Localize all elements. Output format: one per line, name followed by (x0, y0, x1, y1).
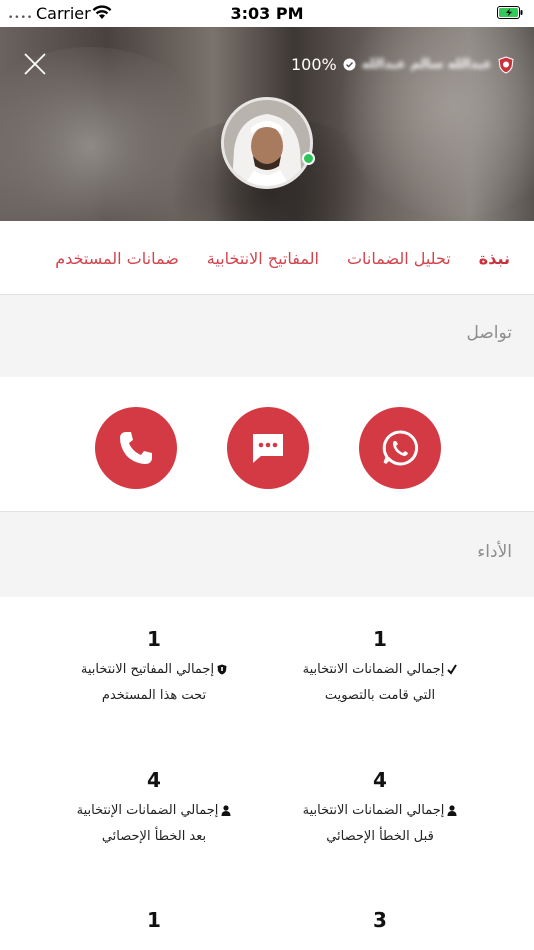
user-icon (447, 805, 457, 816)
avatar-photo (224, 100, 310, 186)
tab-bar: نبذة تحليل الضمانات المفاتيح الانتخابية … (0, 221, 534, 295)
stat-label-line1: إجمالي الضمانات الإنتخابية (76, 803, 219, 818)
shield-icon (217, 664, 227, 675)
status-bar: •••• Carrier 3:03 PM (0, 0, 534, 27)
stat-before-error: 4 إجمالي الضمانات الانتخابية قبل الخطأ ا… (265, 768, 495, 850)
stat-after-error: 4 إجمالي الضمانات الإنتخابية بعد الخطأ ا… (39, 768, 269, 850)
tab-election-keys[interactable]: المفاتيح الانتخابية (207, 249, 319, 268)
stat-label-line1: إجمالي الضمانات الانتخابية (302, 803, 445, 818)
contact-title: تواصل (466, 323, 512, 343)
stat-label: إجمالي الضمانات الانتخابية التي قامت بال… (265, 657, 495, 709)
stat-label: إجمالي الضمانات الإنتخابية بعد الخطأ الإ… (39, 798, 269, 850)
stat-value: 4 (147, 768, 161, 792)
stat-label-line1: إجمالي الضمانات الانتخابية (302, 662, 445, 677)
stat-label-line2: تحت هذا المستخدم (101, 688, 207, 703)
stat-label-line2: قبل الخطأ الإحصائي (326, 829, 434, 844)
phone-button[interactable] (95, 407, 177, 489)
stat-item: 1 (39, 908, 269, 932)
close-icon[interactable] (23, 52, 47, 76)
check-icon (447, 664, 458, 675)
online-indicator (302, 152, 315, 165)
stat-item: 3 (265, 908, 495, 932)
battery-icon (497, 6, 523, 19)
stat-value: 1 (147, 627, 161, 651)
percent-label: 100% (291, 55, 337, 74)
name-row: 100% عبدالله سالم عبدالله (291, 55, 514, 74)
stat-label-line2: بعد الخطأ الإحصائي (101, 829, 207, 844)
stat-label: إجمالي الضمانات الانتخابية قبل الخطأ الإ… (265, 798, 495, 850)
user-icon (221, 805, 231, 816)
stats-grid: 1 إجمالي الضمانات الانتخابية التي قامت ب… (0, 597, 534, 950)
profile-header: 100% عبدالله سالم عبدالله (0, 27, 534, 221)
message-button[interactable] (227, 407, 309, 489)
whatsapp-icon (382, 430, 419, 466)
phone-icon (120, 432, 152, 464)
clock: 3:03 PM (230, 4, 304, 23)
stat-value: 3 (373, 908, 387, 932)
contact-section-header: تواصل (0, 294, 534, 378)
message-icon (253, 434, 283, 463)
user-name: عبدالله سالم عبدالله (361, 57, 492, 72)
verified-icon (343, 58, 356, 71)
stat-label: إجمالي المفاتيح الانتخابية تحت هذا المست… (39, 657, 269, 709)
stat-label-line2: التي قامت بالتصويت (324, 688, 436, 703)
shield-badge-icon (498, 55, 514, 74)
tab-bio[interactable]: نبذة (479, 249, 510, 268)
tab-user-guarantees[interactable]: ضمانات المستخدم (55, 249, 179, 268)
stat-value: 1 (373, 627, 387, 651)
performance-section-header: الأداء (0, 511, 534, 598)
contact-buttons (0, 377, 534, 511)
stat-election-keys: 1 إجمالي المفاتيح الانتخابية تحت هذا الم… (39, 627, 269, 709)
avatar (221, 97, 313, 189)
stat-value: 4 (373, 768, 387, 792)
stat-voted-guarantees: 1 إجمالي الضمانات الانتخابية التي قامت ب… (265, 627, 495, 709)
tab-guarantee-analysis[interactable]: تحليل الضمانات (347, 249, 451, 268)
stat-value: 1 (147, 908, 161, 932)
performance-title: الأداء (477, 542, 512, 562)
whatsapp-button[interactable] (359, 407, 441, 489)
stat-label-line1: إجمالي المفاتيح الانتخابية (80, 662, 215, 677)
